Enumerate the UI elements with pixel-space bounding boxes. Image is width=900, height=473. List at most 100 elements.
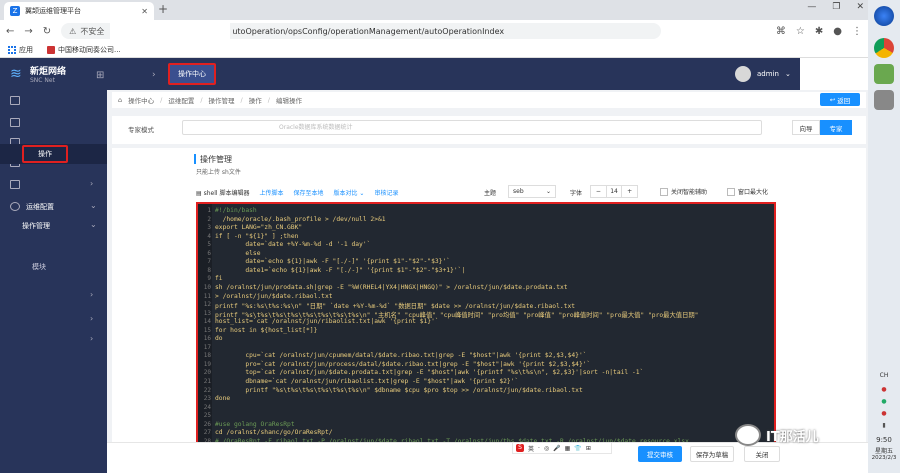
ime-tool-icon[interactable]: ◎	[544, 445, 549, 452]
app-grid-icon[interactable]: ⊞	[96, 70, 104, 81]
back-arrow-icon[interactable]: ←	[6, 26, 14, 37]
line-number: 8	[207, 266, 211, 274]
line-number: 4	[207, 232, 211, 240]
submit-review-button[interactable]: 提交审核	[638, 446, 682, 462]
close-tab-icon[interactable]: ✕	[141, 7, 148, 16]
network-icon[interactable]: ▮	[868, 422, 900, 429]
ime-tool-icon[interactable]: ⊞	[586, 445, 591, 452]
line-number: 14	[203, 318, 211, 326]
avatar	[735, 66, 751, 82]
sidebar-item-module[interactable]: 模块	[32, 262, 46, 272]
maximize-window-checkbox[interactable]: 窗口最大化	[727, 187, 768, 196]
tray-app-icon[interactable]: ●	[868, 386, 900, 393]
tray-app-icon[interactable]: ●	[868, 398, 900, 405]
code-line: fi	[215, 275, 223, 283]
code-line: cpu=`cat /oralnst/jun/cpumem/datal/$date…	[215, 352, 587, 360]
code-line: cd /oralnst/shanc/go/OraResRpt/	[215, 429, 333, 437]
line-number: 2	[207, 215, 211, 223]
ime-tool-icon[interactable]: ▦	[565, 445, 571, 452]
minimize-icon[interactable]: —	[807, 2, 816, 12]
app-icon[interactable]	[874, 64, 894, 84]
gear-icon[interactable]	[10, 202, 20, 211]
printer-icon[interactable]	[874, 90, 894, 110]
browser-actions: ⌘ ☆ ✱ ● ⋮	[776, 26, 862, 37]
bookmark-star-icon[interactable]: ☆	[796, 26, 805, 37]
font-size-value[interactable]: 14	[607, 186, 622, 197]
line-number: 3	[207, 224, 211, 232]
reload-icon[interactable]: ↻	[43, 26, 51, 37]
new-tab-button[interactable]: +	[158, 2, 168, 16]
save-draft-button[interactable]: 保存为草稿	[690, 446, 734, 462]
breadcrumb-item[interactable]: 运维配置	[168, 95, 194, 105]
code-line: date=`echo ${1}|awk -F "[./-]" '{print $…	[215, 258, 451, 266]
ime-tool-icon[interactable]: ·	[538, 445, 540, 452]
code-editor[interactable]: 1 2 3 4 5 6 7 8 9 10 11 12 13 14 15 16 17 18 19 20 21 22 23 24 2…	[196, 202, 776, 450]
font-size-stepper: − 14 +	[590, 185, 638, 198]
maximize-icon[interactable]: ❐	[832, 2, 840, 12]
user-menu[interactable]: admin ⌄	[735, 66, 791, 82]
theme-select[interactable]: seb ⌄	[508, 185, 556, 198]
clock-time[interactable]: 9:50	[868, 436, 900, 444]
sidebar-group-operation-management[interactable]: 操作管理	[22, 221, 50, 231]
tray-app-icon[interactable]: ●	[868, 410, 900, 417]
bookmark-item[interactable]: 中国移动同奏公司...	[47, 45, 121, 55]
close-button[interactable]: 关闭	[744, 446, 780, 462]
breadcrumb-item[interactable]: 操作中心	[128, 95, 154, 105]
ime-tool-icon[interactable]: 👕	[574, 445, 581, 452]
chevron-right-icon: ›	[90, 290, 94, 299]
chevron-right-icon: ›	[90, 179, 94, 188]
title-accent-bar	[194, 154, 196, 164]
code-line: dbname=`cat /oralnst/jun/ribaolist.txt|g…	[215, 378, 519, 385]
ime-tool-icon[interactable]: 🎤	[553, 445, 560, 452]
line-number: 27	[203, 429, 211, 437]
bookmark-apps[interactable]: 应用	[8, 45, 33, 55]
chevron-down-icon: ⌄	[90, 220, 97, 229]
code-line: > /oralnst/jun/$date.ribaol.txt	[215, 292, 333, 300]
dashboard-icon[interactable]	[10, 96, 20, 105]
tool-icon[interactable]	[10, 180, 20, 189]
monitor-icon[interactable]	[10, 118, 20, 127]
line-gutter: 1 2 3 4 5 6 7 8 9 10 11 12 13 14 15 16 17 18 19 20 21 22 23 24 2…	[198, 204, 212, 448]
operation-name-input[interactable]: Oracle数据库系统数据统计	[182, 120, 762, 135]
save-local-button[interactable]: 保存至本地	[293, 188, 323, 197]
code-line: printf "%s\t%s\t%s\t%s\t%s\t%s\n" $dbnam…	[215, 386, 583, 394]
back-button[interactable]: ↩ 返回	[820, 93, 860, 106]
smart-assist-checkbox[interactable]: 关闭智能辅助	[660, 187, 707, 196]
header-tab-operation-center[interactable]: 操作中心	[168, 63, 216, 85]
window-close-icon[interactable]: ✕	[856, 2, 864, 12]
home-icon[interactable]: ⌂	[118, 96, 122, 104]
code-line: export LANG="zh_CN.GBK"	[215, 224, 303, 232]
url-field[interactable]: ⚠ 不安全 utoOperation/opsConfig/operationMa…	[61, 23, 662, 39]
extension-icon[interactable]: ✱	[815, 26, 823, 37]
sidebar-section-ops-config[interactable]: 运维配置	[26, 202, 54, 212]
chrome-icon[interactable]	[874, 38, 894, 58]
expert-mode-button[interactable]: 专家	[820, 120, 852, 135]
line-number: 13	[203, 309, 211, 317]
browser-tab[interactable]: Z 翼颉运维管理平台 ✕	[4, 2, 154, 20]
guide-mode-button[interactable]: 向导	[792, 120, 820, 135]
ime-tool-icon[interactable]: 英	[528, 444, 534, 453]
translate-icon[interactable]: ⌘	[776, 26, 786, 37]
theme-label: 主题	[484, 190, 497, 197]
watermark: IT那活儿	[735, 424, 819, 446]
line-number: 19	[203, 360, 211, 368]
code-line: /home/oracle/.bash_profile > /dev/null 2…	[215, 215, 386, 223]
menu-icon[interactable]: ⋮	[852, 26, 862, 37]
profile-icon[interactable]: ●	[833, 26, 842, 37]
breadcrumb-item[interactable]: 操作	[249, 95, 262, 105]
line-number: 26	[203, 420, 211, 428]
version-compare-button[interactable]: 版本对比 ⌄	[333, 188, 364, 197]
sidebar-item-operation[interactable]: 操作	[22, 145, 68, 163]
input-language[interactable]: CH	[868, 372, 900, 379]
breadcrumb-item[interactable]: 操作管理	[209, 95, 235, 105]
audit-log-button[interactable]: 审核记录	[374, 188, 398, 197]
logo-subname: SNC Net	[30, 77, 55, 84]
code-line: #!/bin/bash	[215, 207, 257, 214]
ime-tool-icon[interactable]: S	[516, 444, 524, 452]
start-orb-icon[interactable]	[874, 6, 894, 26]
forward-arrow-icon[interactable]: →	[24, 26, 32, 37]
font-decrease-button[interactable]: −	[591, 186, 607, 197]
upload-script-button[interactable]: 上传脚本	[259, 188, 283, 197]
chevron-right-icon: ›	[90, 314, 94, 323]
font-increase-button[interactable]: +	[621, 186, 637, 197]
